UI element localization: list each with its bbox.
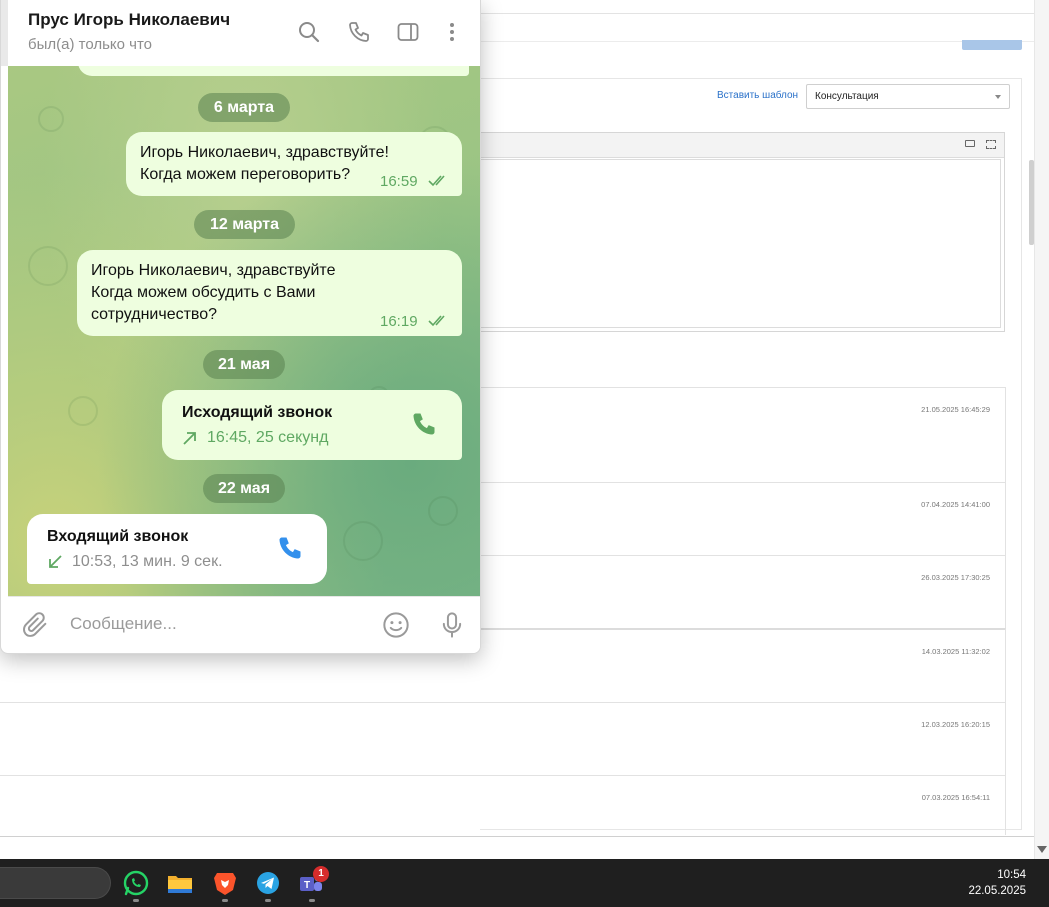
taskbar-search-box[interactable] [0, 867, 111, 899]
date-separator: 6 марта [198, 93, 290, 122]
timestamp: 14.03.2025 11:32:02 [921, 647, 990, 656]
clock-date: 22.05.2025 [968, 885, 1026, 897]
double-check-icon [428, 175, 445, 187]
editor-toolbar [480, 133, 1004, 158]
message-bubble[interactable]: Игорь Николаевич, здравствуйте! Когда мо… [126, 132, 462, 196]
primary-button[interactable] [962, 40, 1022, 50]
contact-status: был(а) только что [28, 36, 153, 53]
page-scrollbar[interactable] [1034, 0, 1049, 859]
wallpaper-doodle [38, 106, 64, 132]
message-bubble[interactable]: Игорь Николаевич, здравствуйте Когда мож… [77, 250, 462, 336]
contact-name: Прус Игорь Николаевич [28, 10, 231, 29]
wallpaper-doodle [28, 246, 68, 286]
microphone-icon[interactable] [438, 611, 466, 639]
arrow-up-right-icon [183, 432, 196, 445]
telegram-chat-window: Прус Игорь Николаевич был(а) только что … [0, 0, 481, 654]
phone-icon[interactable] [347, 20, 371, 44]
template-select-value: Консультация [815, 91, 879, 102]
message-text: Игорь Николаевич, здравствуйте Когда мож… [91, 262, 336, 323]
timestamp: 07.04.2025 14:41:00 [921, 500, 990, 509]
outgoing-call-bubble[interactable]: Исходящий звонок 16:45, 25 секунд [162, 390, 462, 460]
taskbar-running-indicator [265, 899, 271, 902]
double-check-icon [428, 315, 445, 327]
brave-browser-icon[interactable] [211, 869, 239, 897]
taskbar-running-indicator [309, 899, 315, 902]
scrollbar-thumb[interactable] [1029, 160, 1034, 245]
whatsapp-icon[interactable] [122, 869, 150, 897]
arrow-down-left-icon [49, 555, 62, 568]
more-vertical-icon[interactable] [440, 20, 464, 44]
paperclip-icon[interactable] [22, 611, 50, 639]
chat-messages-area[interactable]: 6 марта Игорь Николаевич, здравствуйте! … [8, 66, 480, 596]
wallpaper-doodle [68, 396, 98, 426]
phone-icon[interactable] [276, 534, 304, 562]
phone-icon[interactable] [410, 410, 438, 438]
date-separator: 22 мая [203, 474, 285, 503]
notification-badge: 1 [313, 866, 329, 882]
keyboard-icon[interactable] [965, 140, 975, 147]
search-icon[interactable] [297, 20, 321, 44]
taskbar-clock[interactable]: 10:54 22.05.2025 [968, 867, 1026, 899]
list-item[interactable]: 12.03.2025 16:20:15 [0, 702, 1006, 775]
file-explorer-icon[interactable] [166, 869, 194, 897]
chat-header[interactable]: Прус Игорь Николаевич был(а) только что [1, 0, 480, 66]
call-details: 16:45, 25 секунд [207, 429, 329, 446]
call-title: Входящий звонок [47, 528, 189, 545]
taskbar-running-indicator [133, 899, 139, 902]
message-editor[interactable] [480, 132, 1005, 332]
list-item[interactable]: 07.03.2025 16:54:11 [0, 775, 1006, 835]
divider [0, 836, 1034, 837]
svg-text:T: T [304, 880, 310, 891]
taskbar-running-indicator [222, 899, 228, 902]
insert-template-link[interactable]: Вставить шаблон [717, 90, 798, 101]
template-select[interactable]: Консультация [806, 84, 1010, 109]
divider [480, 13, 1034, 14]
wallpaper-doodle [428, 496, 458, 526]
message-input[interactable] [70, 614, 350, 634]
telegram-icon[interactable] [254, 869, 282, 897]
editor-text-area[interactable] [480, 159, 1001, 328]
timestamp: 26.03.2025 17:30:25 [921, 573, 990, 582]
call-title: Исходящий звонок [182, 404, 333, 421]
date-separator: 21 мая [203, 350, 285, 379]
windows-taskbar: T [0, 859, 1049, 907]
date-separator: 12 марта [194, 210, 295, 239]
message-time: 16:59 [380, 173, 418, 190]
wallpaper-doodle [343, 521, 383, 561]
timestamp: 07.03.2025 16:54:11 [921, 793, 990, 802]
incoming-call-bubble[interactable]: Входящий звонок 10:53, 13 мин. 9 сек. [27, 514, 327, 584]
fullscreen-icon[interactable] [986, 140, 996, 149]
message-text: Игорь Николаевич, здравствуйте! Когда мо… [140, 144, 389, 183]
message-time: 16:19 [380, 313, 418, 330]
scroll-down-arrow-icon[interactable] [1037, 846, 1047, 853]
timestamp: 21.05.2025 16:45:29 [921, 405, 990, 414]
emoji-icon[interactable] [382, 611, 410, 639]
call-details: 10:53, 13 мин. 9 сек. [72, 553, 223, 570]
timestamp: 12.03.2025 16:20:15 [921, 720, 990, 729]
divider [480, 41, 1034, 42]
message-composer [8, 596, 480, 653]
sidebar-panel-icon[interactable] [396, 20, 420, 44]
clock-time: 10:54 [997, 869, 1026, 881]
chevron-down-icon [995, 95, 1001, 99]
message-bubble-partial[interactable] [78, 66, 469, 76]
